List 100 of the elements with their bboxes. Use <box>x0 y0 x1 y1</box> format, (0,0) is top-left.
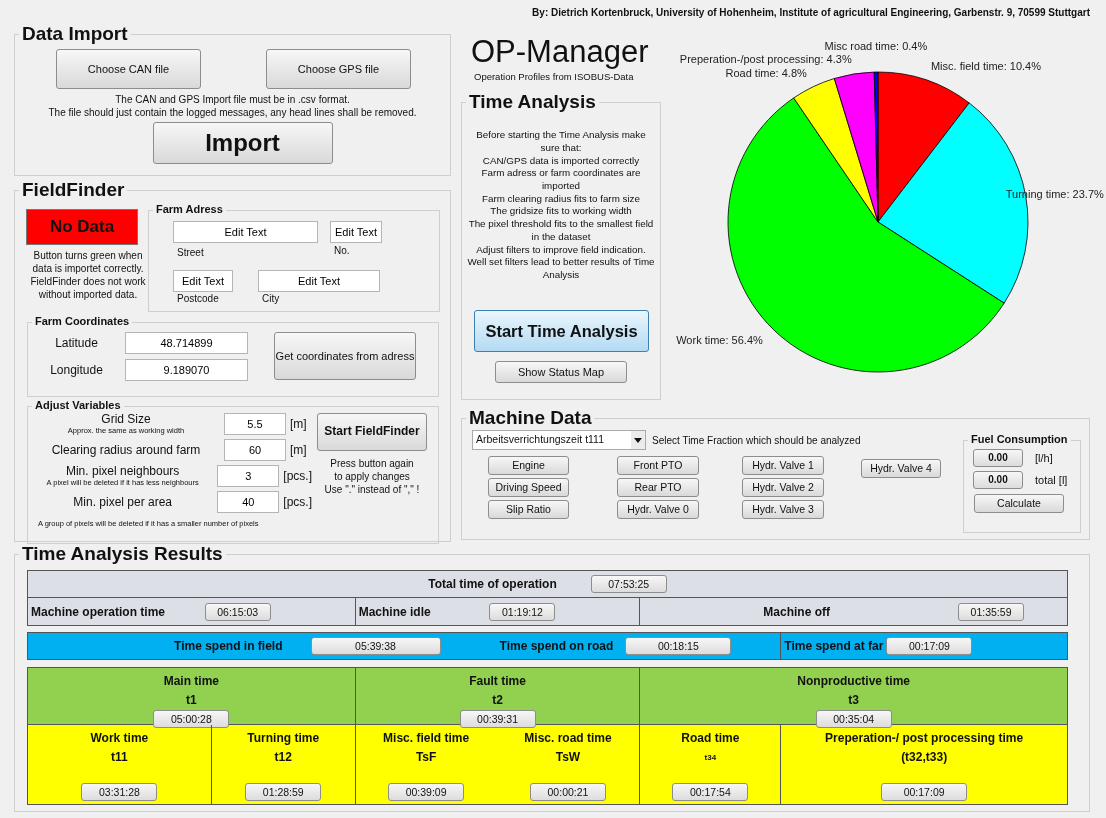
time-code: t1 <box>186 692 197 709</box>
variable-field[interactable]: 40 <box>217 491 280 513</box>
address-field[interactable]: Edit Text <box>258 270 380 292</box>
panel-title: Adjust Variables <box>32 400 124 411</box>
time-label: Machine off <box>763 603 831 621</box>
credit-text: By: Dietrich Kortenbruck, University of Hohenheim, Institute of agricultural Engineering, Garbenstr. 9, 70599 Stuttgart <box>532 7 1090 18</box>
time-code: t34 <box>704 752 717 764</box>
status-note: Button turns green when data is importet correctly. FieldFinder does not work without imported data. <box>29 249 147 301</box>
signal-button[interactable]: Driving Speed <box>488 478 569 497</box>
data-status-button[interactable]: No Data <box>26 209 138 245</box>
unit-label: total [l] <box>1035 472 1068 488</box>
slice-label: Preperation-/post processing: 4.3% <box>679 53 852 66</box>
time-value: 00:17:09 <box>881 783 968 801</box>
time-label: Total time of operation <box>428 576 557 593</box>
time-label: Machine operation time <box>31 603 166 621</box>
time-code: t2 <box>492 692 503 709</box>
time-label: Main time <box>163 673 219 690</box>
time-value: 07:53:25 <box>590 575 667 593</box>
fuel-value: 0.00 <box>973 471 1023 489</box>
time-label: Misc. road time <box>524 730 612 747</box>
app-title: OP-Manager <box>471 36 650 67</box>
address-field[interactable]: Edit Text <box>173 221 318 243</box>
time-value: 05:00:28 <box>153 710 230 728</box>
status-map-button[interactable]: Show Status Map <box>495 360 627 383</box>
start-fieldfinder-button[interactable]: Start FieldFinder <box>317 413 427 451</box>
panel-title: Fuel Consumption <box>968 434 1071 445</box>
time-value: 03:31:28 <box>81 783 158 801</box>
time-label: Preperation-/ post processing time <box>825 730 1024 747</box>
import-button[interactable]: Import <box>152 122 333 164</box>
time-code: t12 <box>274 749 292 766</box>
panel-title: Data Import <box>19 24 131 43</box>
time-value: 01:35:59 <box>958 602 1025 621</box>
field-caption: No. <box>333 244 351 258</box>
time-label: Misc. field time <box>383 730 470 747</box>
panel-title: Farm Coordinates <box>32 316 133 327</box>
variable-label: Grid Size <box>100 413 152 426</box>
unit-label: [l/h] <box>1035 450 1053 466</box>
fuel-value: 0.00 <box>973 449 1023 467</box>
variable-field[interactable]: 5.5 <box>224 413 286 435</box>
time-code: t11 <box>111 749 128 766</box>
time-value: 00:39:09 <box>388 783 465 801</box>
unit-label: [m] <box>290 442 307 459</box>
signal-button[interactable]: Front PTO <box>617 456 699 475</box>
field-label: Longitude <box>49 361 104 379</box>
signal-button[interactable]: Rear PTO <box>617 478 699 497</box>
variable-label: Min. pixel neighbours <box>64 465 181 478</box>
signal-button[interactable]: Hydr. Valve 0 <box>617 500 699 519</box>
signal-button[interactable]: Hydr. Valve 1 <box>742 456 824 475</box>
time-label: Machine idle <box>358 603 431 621</box>
slice-label: Misc road time: 0.4% <box>824 40 928 53</box>
signal-button[interactable]: Slip Ratio <box>488 500 569 519</box>
time-value: 01:28:59 <box>245 783 322 801</box>
app-subtitle: Operation Profiles from ISOBUS-Data <box>474 70 635 84</box>
get-coordinates-button[interactable]: Get coordinates from adress <box>274 332 416 380</box>
address-field[interactable]: Edit Text <box>330 221 382 243</box>
time-code: TsW <box>555 749 581 766</box>
time-value: 00:17:09 <box>886 637 973 655</box>
coordinate-field[interactable]: 9.189070 <box>125 358 248 381</box>
panel-title: FieldFinder <box>19 180 128 199</box>
calculate-button[interactable]: Calculate <box>974 494 1064 513</box>
time-label: Nonproductive time <box>797 673 911 690</box>
signal-button[interactable]: Hydr. Valve 3 <box>742 500 824 519</box>
time-label: Road time <box>681 730 740 747</box>
field-label: Latitude <box>54 334 99 352</box>
fraction-dropdown[interactable]: Arbeitsverrichtungszeit t111 <box>472 430 646 450</box>
time-code: (t32,t33) <box>901 749 948 766</box>
variable-field[interactable]: 3 <box>217 465 280 487</box>
select-hint: Select Time Fraction which should be analyzed <box>652 433 861 448</box>
time-value: 00:00:21 <box>529 783 606 801</box>
time-value: 00:18:15 <box>625 637 732 655</box>
panel-title: Time Analysis <box>466 92 599 112</box>
time-label: Time spend in field <box>174 638 283 655</box>
time-code: TsF <box>415 749 437 766</box>
time-code: t3 <box>848 692 860 709</box>
time-label: Turning time <box>247 730 320 747</box>
time-label: Fault time <box>469 673 526 690</box>
start-analysis-button[interactable]: Start Time Analysis <box>474 309 649 352</box>
variable-field[interactable]: 60 <box>224 439 286 461</box>
time-value: 05:39:38 <box>310 637 441 655</box>
signal-button[interactable]: Engine <box>488 456 569 475</box>
coordinate-field[interactable]: 48.714899 <box>125 331 248 354</box>
signal-button[interactable]: Hydr. Valve 4 <box>861 459 941 478</box>
field-caption: Postcode <box>176 292 220 306</box>
time-label: Work time <box>90 730 149 747</box>
unit-label: [m] <box>290 416 307 433</box>
unit-label: [pcs.] <box>283 494 312 511</box>
choose-file-button[interactable]: Choose CAN file <box>56 49 201 89</box>
signal-button[interactable]: Hydr. Valve 2 <box>742 478 824 497</box>
field-caption: City <box>261 292 281 306</box>
instructions-text: Before starting the Time Analysis make sure that: CAN/GPS data is imported correctly Farm adress or farm coordinates are imported Farm clearing radius fits to farm size The gridsize fits to working width The pixel threshold fits to the smallest field in the dataset Adjust filters to improve field indication. Well set filters lead to better results of Time Analysis <box>466 129 656 282</box>
time-value: 00:17:54 <box>672 783 749 801</box>
time-value: 06:15:03 <box>204 602 271 621</box>
slice-label: Road time: 4.8% <box>725 67 807 80</box>
address-field[interactable]: Edit Text <box>173 270 233 292</box>
choose-file-button[interactable]: Choose GPS file <box>266 49 411 89</box>
variable-label: Clearing radius around farm <box>50 443 202 457</box>
time-value: 00:35:04 <box>815 710 892 728</box>
panel-title: Time Analysis Results <box>19 544 226 563</box>
time-label: Time spend at far <box>784 638 884 655</box>
time-value: 01:19:12 <box>489 602 556 621</box>
